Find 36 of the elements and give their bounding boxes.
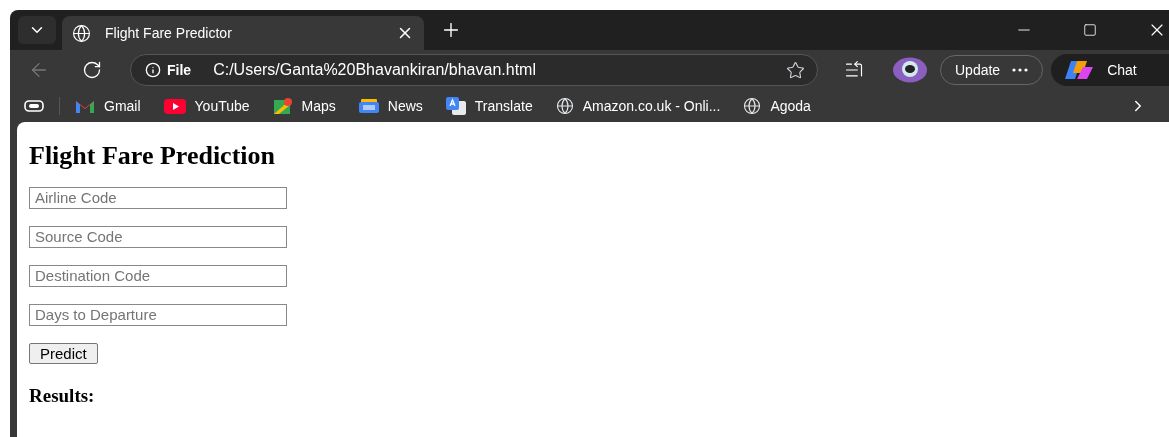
bookmark-link[interactable]: Agoda [743,95,811,117]
url-text: C:/Users/Ganta%20Bhavankiran/bhavan.html [213,60,537,80]
predict-button[interactable]: Predict [29,343,98,364]
star-icon[interactable] [786,60,805,80]
bookmark-link[interactable]: Maps [272,95,336,117]
browser-tab[interactable]: Flight Fare Predictor [62,16,424,50]
tab-list-button[interactable] [18,16,56,44]
translate-icon [445,97,466,115]
tab-title: Flight Fare Predictor [105,23,233,43]
globe-icon [743,97,762,115]
info-icon [145,62,161,78]
maximize-icon[interactable] [1083,23,1097,37]
map-icon [272,97,293,115]
bookmark-link[interactable]: Translate [445,95,533,117]
play-icon [163,98,186,114]
page-heading: Flight Fare Prediction [29,140,276,172]
bookmark-link[interactable]: News [358,95,423,117]
newspaper-icon [358,98,379,114]
globe-icon [72,23,91,43]
input-field[interactable]: Source Code [29,226,287,248]
reload-icon[interactable] [82,60,102,80]
bookmark-link[interactable]: Amazon.co.uk - Onli... [555,95,721,117]
bookmark-link[interactable]: YouTube [163,95,250,117]
chat-button[interactable]: Chat [1051,54,1169,86]
more-icon [1012,68,1029,72]
globe-icon [555,97,574,115]
mail-icon [75,98,95,114]
input-field[interactable]: Destination Code [29,265,287,287]
results-label: Results: [29,383,96,408]
collections-icon[interactable] [24,99,44,113]
scheme-label: File [167,60,192,80]
bookmark-link[interactable]: Gmail [75,95,141,117]
input-field[interactable]: Days to Departure [29,304,287,326]
profile-avatar-icon[interactable] [892,57,928,83]
input-field[interactable]: Airline Code [29,187,287,209]
address-bar[interactable]: File C:/Users/Ganta%20Bhavankiran/bhavan.html [130,54,818,86]
